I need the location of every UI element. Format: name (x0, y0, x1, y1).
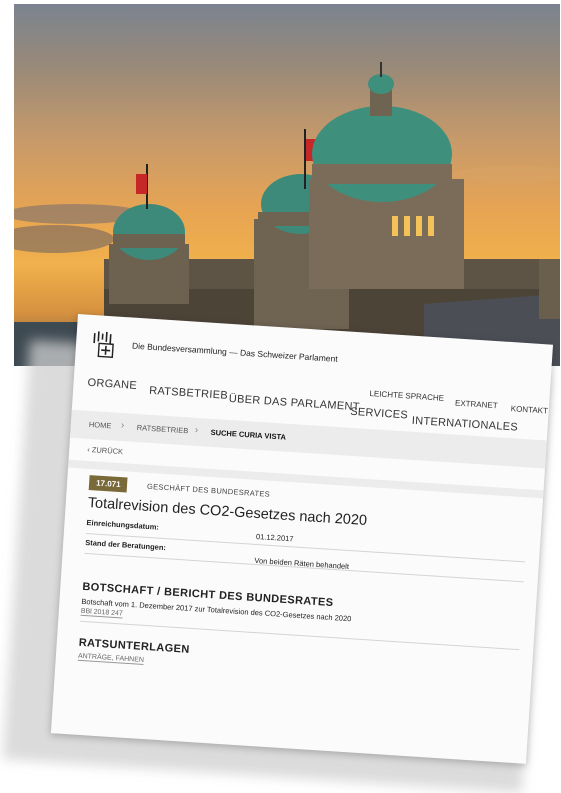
back-label: ZURÜCK (91, 445, 124, 457)
back-link[interactable]: ‹ ZURÜCK (87, 445, 123, 456)
business-type: GESCHÄFT DES BUNDESRATES (146, 481, 271, 499)
chevron-right-icon: › (120, 420, 125, 432)
breadcrumb-home[interactable]: HOME (89, 420, 112, 430)
field-value: 01.12.2017 (255, 531, 294, 544)
nav-item-internationales[interactable]: INTERNATIONALES (411, 415, 518, 434)
site-title: Die Bundesversammlung — Das Schweizer Pa… (131, 340, 338, 364)
breadcrumb-ratsbetrieb[interactable]: RATSBETRIEB (137, 423, 189, 435)
nav-item-organe[interactable]: ORGANE (87, 377, 137, 392)
field-label: Stand der Beratungen: (84, 537, 167, 553)
swiss-cross-logo-icon (93, 331, 114, 359)
divider-bar (68, 459, 544, 499)
parliament-logo[interactable] (89, 329, 119, 359)
field-value: Von beiden Räten behandelt (254, 555, 350, 572)
breadcrumb-current: SUCHE CURIA VISTA (210, 427, 287, 442)
nav-item-ueber-das-parlament[interactable]: ÜBER DAS PARLAMENT (228, 393, 360, 413)
nav-item-ratsbetrieb[interactable]: RATSBETRIEB (149, 385, 229, 402)
botschaft-link[interactable]: BBl 2018 247 (80, 607, 124, 619)
field-label: Einreichungsdatum: (86, 517, 160, 532)
federal-palace-illustration (14, 62, 560, 366)
chevron-right-icon: › (194, 424, 199, 436)
business-number-badge: 17.071 (88, 475, 129, 493)
federal-palace-photo (14, 4, 560, 366)
ratsunterlagen-link[interactable]: ANTRÄGE, FAHNEN (77, 652, 145, 665)
parliament-webpage-printout: Die Bundesversammlung — Das Schweizer Pa… (50, 314, 554, 764)
nav-item-services[interactable]: SERVICES (350, 406, 408, 422)
